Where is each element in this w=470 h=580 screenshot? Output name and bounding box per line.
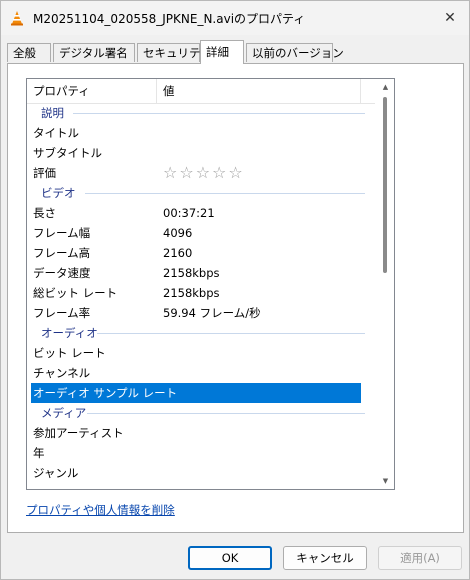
property-value: 2158kbps: [163, 266, 220, 280]
property-name: ジャンル: [33, 466, 79, 480]
property-name: チャンネル: [33, 366, 91, 380]
group-header-media[interactable]: メディア: [27, 403, 375, 423]
property-value: 4096: [163, 226, 193, 240]
row-frame-rate[interactable]: フレーム率 59.94 フレーム/秒: [27, 303, 375, 323]
properties-list[interactable]: プロパティ 値 説明 タイトル サブタイトル 評価 ☆☆☆☆☆ ビデオ 長さ 0…: [26, 78, 395, 490]
window-title: M20251104_020558_JPKNE_N.aviのプロパティ: [33, 12, 306, 26]
row-year[interactable]: 年: [27, 443, 375, 463]
scroll-down-arrow-icon[interactable]: ▼: [377, 473, 394, 489]
tab-details[interactable]: 詳細: [200, 40, 244, 64]
property-name: フレーム高: [33, 246, 91, 260]
ok-button[interactable]: OK: [188, 546, 272, 570]
group-divider: [87, 413, 365, 414]
row-subtitle[interactable]: サブタイトル: [27, 143, 375, 163]
property-name: フレーム幅: [33, 226, 91, 240]
remove-properties-link[interactable]: プロパティや個人情報を削除: [26, 502, 175, 518]
group-label: 説明: [41, 106, 64, 120]
property-name: ビット レート: [33, 346, 106, 360]
vlc-cone-icon: [11, 11, 23, 26]
property-name: 年: [33, 446, 45, 460]
scroll-thumb[interactable]: [383, 97, 387, 273]
list-header: プロパティ 値: [27, 79, 375, 104]
tab-digital-signature[interactable]: デジタル署名: [53, 43, 135, 62]
property-name: 長さ: [33, 206, 56, 220]
property-value: 2160: [163, 246, 193, 260]
cancel-button[interactable]: キャンセル: [283, 546, 367, 570]
group-label: オーディオ: [41, 326, 98, 340]
group-divider: [73, 113, 365, 114]
property-name: オーディオ サンプル レート: [33, 386, 178, 400]
property-name: データ速度: [33, 266, 91, 280]
row-total-bitrate[interactable]: 総ビット レート 2158kbps: [27, 283, 375, 303]
row-data-rate[interactable]: データ速度 2158kbps: [27, 263, 375, 283]
row-channels[interactable]: チャンネル: [27, 363, 375, 383]
column-header-property[interactable]: プロパティ: [27, 79, 157, 103]
tab-previous-versions[interactable]: 以前のバージョン: [246, 43, 344, 62]
property-name: 参加アーティスト: [33, 426, 124, 440]
group-label: ビデオ: [41, 186, 76, 200]
row-audio-sample-rate[interactable]: オーディオ サンプル レート: [31, 383, 361, 403]
group-header-audio[interactable]: オーディオ: [27, 323, 375, 343]
property-name: 総ビット レート: [33, 286, 118, 300]
property-value: 2158kbps: [163, 286, 220, 300]
vertical-scrollbar[interactable]: ▲ ▼: [377, 79, 394, 489]
property-name: フレーム率: [33, 306, 91, 320]
row-rating[interactable]: 評価 ☆☆☆☆☆: [27, 163, 375, 183]
row-contributing-artist[interactable]: 参加アーティスト: [27, 423, 375, 443]
row-frame-width[interactable]: フレーム幅 4096: [27, 223, 375, 243]
details-panel: プロパティ 値 説明 タイトル サブタイトル 評価 ☆☆☆☆☆ ビデオ 長さ 0…: [7, 63, 464, 533]
scroll-up-arrow-icon[interactable]: ▲: [377, 79, 394, 95]
row-genre[interactable]: ジャンル: [27, 463, 375, 483]
property-value: 00:37:21: [163, 206, 215, 220]
property-name: サブタイトル: [33, 146, 102, 160]
row-length[interactable]: 長さ 00:37:21: [27, 203, 375, 223]
group-label: メディア: [41, 406, 87, 420]
title-bar: M20251104_020558_JPKNE_N.aviのプロパティ ✕: [1, 1, 469, 35]
star-rating-icon[interactable]: ☆☆☆☆☆: [163, 163, 245, 183]
group-divider: [85, 193, 365, 194]
property-value: 59.94 フレーム/秒: [163, 306, 261, 320]
row-title[interactable]: タイトル: [27, 123, 375, 143]
close-icon[interactable]: ✕: [437, 5, 463, 31]
tab-general[interactable]: 全般: [7, 43, 51, 62]
tab-security[interactable]: セキュリティ: [137, 43, 211, 62]
property-name: 評価: [33, 166, 56, 180]
column-header-value[interactable]: 値: [157, 79, 361, 103]
group-header-video[interactable]: ビデオ: [27, 183, 375, 203]
property-name: タイトル: [33, 126, 79, 140]
group-header-description[interactable]: 説明: [27, 103, 375, 123]
row-frame-height[interactable]: フレーム高 2160: [27, 243, 375, 263]
group-divider: [97, 333, 365, 334]
list-rows: 説明 タイトル サブタイトル 評価 ☆☆☆☆☆ ビデオ 長さ 00:37:21 …: [27, 103, 375, 483]
apply-button[interactable]: 適用(A): [378, 546, 462, 570]
row-audio-bitrate[interactable]: ビット レート: [27, 343, 375, 363]
